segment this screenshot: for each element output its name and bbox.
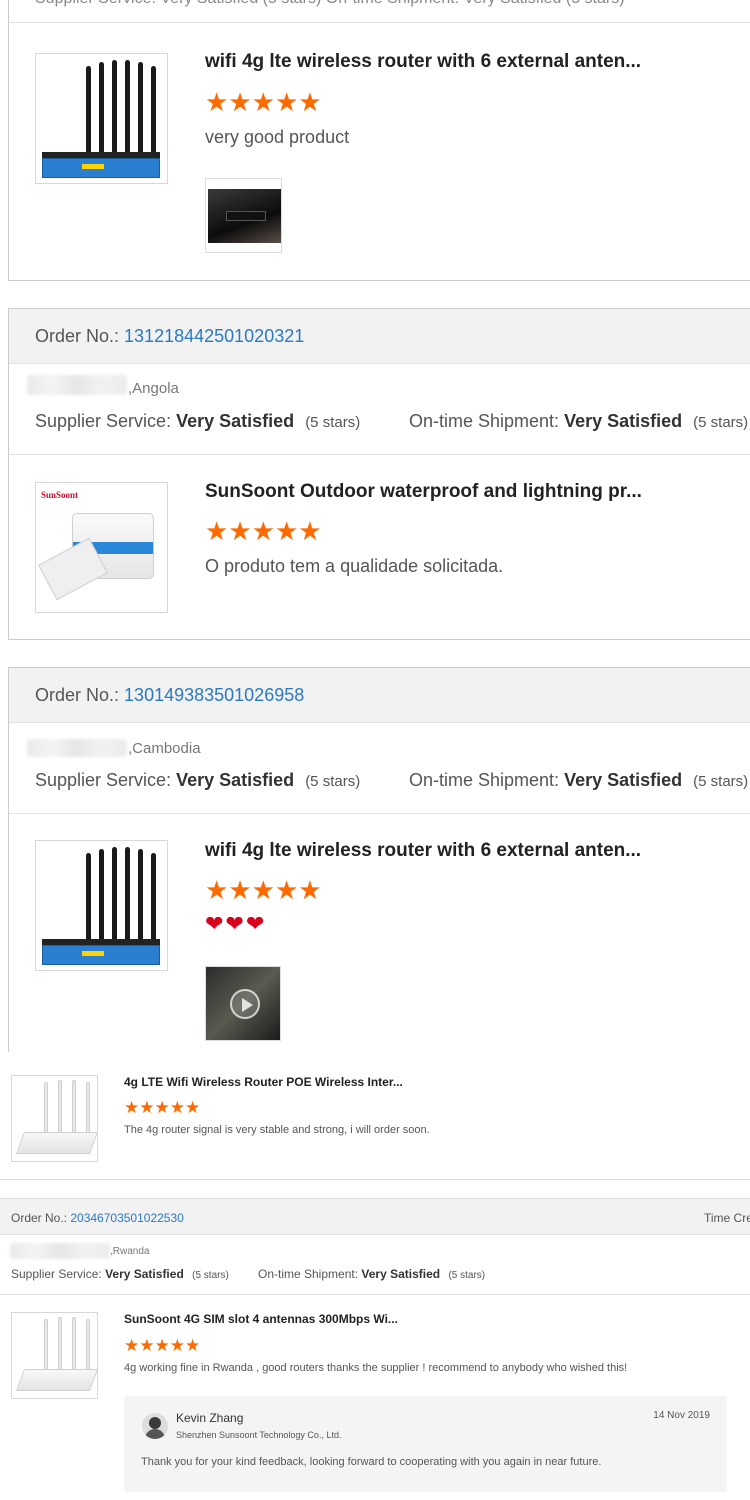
partial-header-text: Supplier Service: Very Satisfied (5 star… bbox=[35, 0, 625, 8]
product-thumbnail[interactable] bbox=[35, 53, 168, 184]
buyer-country: ,Rwanda bbox=[110, 1246, 150, 1257]
star-icon: ★ bbox=[185, 1336, 201, 1355]
order-label: Order No.: bbox=[35, 326, 120, 346]
star-icon: ★ bbox=[139, 1336, 155, 1355]
product-thumbnail[interactable]: SunSoont bbox=[35, 482, 168, 613]
review-video-thumbnail[interactable] bbox=[205, 966, 281, 1041]
order-number-row: Order No.: 20346703501022530 bbox=[11, 1211, 184, 1225]
order-number-link[interactable]: 130149383501026958 bbox=[124, 685, 304, 705]
rating-stars: ★ ★ ★ ★ ★ bbox=[205, 877, 322, 903]
star-icon: ★ bbox=[274, 875, 299, 905]
order-header: Order No.: 131218442501020321 bbox=[9, 309, 750, 364]
divider bbox=[9, 813, 750, 814]
order-number-row: Order No.: 130149383501026958 bbox=[35, 685, 304, 706]
star-icon: ★ bbox=[154, 1098, 170, 1117]
order-header: Order No.: 20346703501022530 Time Cre bbox=[0, 1199, 750, 1235]
buyer-name-blurred bbox=[27, 739, 127, 757]
buyer-country: ,Angola bbox=[128, 380, 179, 397]
star-icon: ★ bbox=[251, 87, 275, 117]
rating-stars: ★ ★ ★ ★ ★ bbox=[205, 89, 322, 115]
time-created-label: Time Cre bbox=[704, 1211, 750, 1225]
star-icon: ★ bbox=[169, 1336, 185, 1355]
product-title[interactable]: wifi 4g lte wireless router with 6 exter… bbox=[205, 51, 641, 73]
order-header: Order No.: 130149383501026958 bbox=[9, 668, 750, 723]
divider bbox=[9, 454, 750, 455]
buyer-name-blurred bbox=[10, 1243, 110, 1259]
router-4-antenna-image bbox=[12, 1313, 97, 1398]
rating-stars: ★ ★ ★ ★ ★ bbox=[124, 1099, 200, 1116]
star-icon: ★ bbox=[274, 516, 299, 546]
avatar bbox=[142, 1413, 168, 1439]
router-6-antenna-image bbox=[36, 841, 167, 970]
divider bbox=[0, 1294, 750, 1295]
reply-author-name: Kevin Zhang bbox=[176, 1411, 244, 1425]
supplier-service-rating: Supplier Service: Very Satisfied (5 star… bbox=[11, 1267, 229, 1281]
review-emoji-text: ❤❤❤ bbox=[205, 911, 267, 936]
product-thumbnail[interactable] bbox=[11, 1075, 98, 1162]
reply-date: 14 Nov 2019 bbox=[653, 1410, 710, 1421]
shipment-rating: On-time Shipment: Very Satisfied (5 star… bbox=[409, 770, 749, 790]
router-6-antenna-image bbox=[36, 54, 167, 183]
review-card-4: 4g LTE Wifi Wireless Router POE Wireless… bbox=[0, 1052, 750, 1180]
order-number-row: Order No.: 131218442501020321 bbox=[35, 326, 304, 347]
star-icon: ★ bbox=[169, 1098, 185, 1117]
product-title[interactable]: SunSoont 4G SIM slot 4 antennas 300Mbps … bbox=[124, 1312, 398, 1326]
buyer-name-blurred bbox=[27, 375, 127, 395]
star-icon: ★ bbox=[251, 516, 275, 546]
order-number-link[interactable]: 131218442501020321 bbox=[124, 326, 304, 346]
partial-header-row: Supplier Service: Very Satisfied (5 star… bbox=[9, 0, 750, 23]
shipment-rating: On-time Shipment: Very Satisfied (5 star… bbox=[258, 1267, 486, 1281]
product-title[interactable]: SunSoont Outdoor waterproof and lightnin… bbox=[205, 481, 642, 503]
reply-company: Shenzhen Sunsoont Technology Co., Ltd. bbox=[176, 1430, 342, 1440]
star-icon: ★ bbox=[228, 516, 252, 546]
review-card-1: Supplier Service: Very Satisfied (5 star… bbox=[8, 0, 750, 281]
supplier-service-rating: Supplier Service: Very Satisfied (5 star… bbox=[35, 770, 361, 790]
play-icon bbox=[230, 989, 260, 1019]
product-thumbnail[interactable] bbox=[11, 1312, 98, 1399]
product-thumbnail[interactable] bbox=[35, 840, 168, 971]
star-icon: ★ bbox=[139, 1098, 155, 1117]
star-icon: ★ bbox=[228, 875, 252, 905]
star-icon: ★ bbox=[124, 1336, 140, 1355]
router-4-antenna-image bbox=[12, 1076, 97, 1161]
review-text: The 4g router signal is very stable and … bbox=[124, 1124, 430, 1136]
order-label: Order No.: bbox=[35, 685, 120, 705]
order-number-link[interactable]: 20346703501022530 bbox=[70, 1211, 183, 1225]
star-icon: ★ bbox=[228, 87, 252, 117]
star-icon: ★ bbox=[274, 87, 299, 117]
order-label: Order No.: bbox=[11, 1211, 68, 1225]
star-icon: ★ bbox=[205, 87, 229, 117]
star-icon: ★ bbox=[205, 516, 229, 546]
star-icon: ★ bbox=[298, 87, 322, 117]
star-icon: ★ bbox=[154, 1336, 170, 1355]
buyer-country: ,Cambodia bbox=[128, 740, 201, 757]
reply-text: Thank you for your kind feedback, lookin… bbox=[141, 1456, 602, 1468]
shipment-rating: On-time Shipment: Very Satisfied (5 star… bbox=[409, 411, 749, 431]
sunsoont-brand-mark: SunSoont bbox=[41, 490, 79, 500]
review-text: 4g working fine in Rwanda , good routers… bbox=[124, 1362, 628, 1374]
review-text: O produto tem a qualidade solicitada. bbox=[205, 556, 504, 576]
rating-stars: ★ ★ ★ ★ ★ bbox=[205, 518, 322, 544]
star-icon: ★ bbox=[298, 875, 322, 905]
star-icon: ★ bbox=[205, 875, 229, 905]
product-title[interactable]: wifi 4g lte wireless router with 6 exter… bbox=[205, 840, 641, 862]
rating-stars: ★ ★ ★ ★ ★ bbox=[124, 1337, 200, 1354]
star-icon: ★ bbox=[124, 1098, 140, 1117]
review-photo[interactable] bbox=[205, 178, 282, 253]
supplier-service-rating: Supplier Service: Very Satisfied (5 star… bbox=[35, 411, 361, 431]
product-title[interactable]: 4g LTE Wifi Wireless Router POE Wireless… bbox=[124, 1075, 403, 1089]
star-icon: ★ bbox=[298, 516, 322, 546]
review-text: very good product bbox=[205, 127, 350, 147]
star-icon: ★ bbox=[251, 875, 275, 905]
order-card-2: Order No.: 131218442501020321 ,Angola Su… bbox=[8, 308, 750, 640]
supplier-reply: Kevin Zhang Shenzhen Sunsoont Technology… bbox=[124, 1396, 727, 1492]
order-card-3: Order No.: 130149383501026958 ,Cambodia … bbox=[8, 667, 750, 1052]
star-icon: ★ bbox=[185, 1098, 201, 1117]
order-card-5: Order No.: 20346703501022530 Time Cre ,R… bbox=[0, 1198, 750, 1500]
